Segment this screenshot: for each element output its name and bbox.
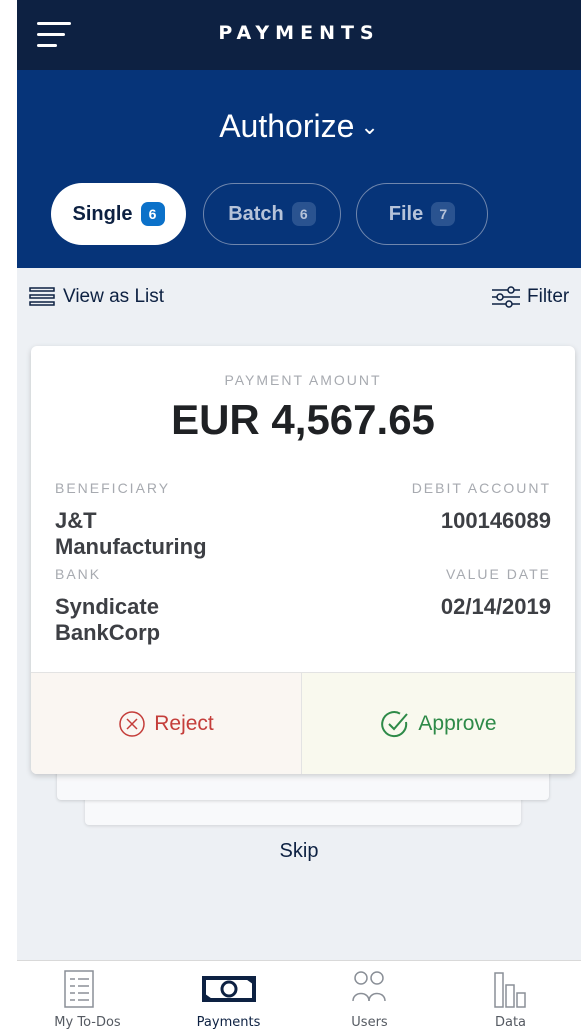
filter-label: Filter — [527, 286, 570, 307]
beneficiary-line: J&T — [55, 508, 97, 533]
reject-button[interactable]: Reject — [31, 673, 302, 774]
authorize-header: Authorize ⌄ Single 6 Batch 6 File 7 — [17, 70, 581, 268]
reject-icon — [119, 711, 145, 737]
approve-check-icon — [381, 711, 409, 738]
bottom-nav: My To-Dos Payments Users Data — [17, 960, 581, 1032]
list-icon — [29, 287, 55, 306]
debit-account-label: DEBIT ACCOUNT — [411, 480, 551, 496]
app-bar: PAYMENTS — [17, 0, 581, 70]
skip-link[interactable]: Skip — [17, 840, 581, 863]
nav-my-todos[interactable]: My To-Dos — [17, 961, 158, 1032]
nav-data[interactable]: Data — [440, 961, 581, 1032]
app-frame: PAYMENTS Authorize ⌄ Single 6 Batch 6 Fil… — [17, 0, 581, 1032]
nav-label: Data — [494, 1015, 527, 1030]
view-as-list-button[interactable]: View as List — [29, 286, 164, 308]
view-as-list-label: View as List — [63, 286, 165, 307]
count-badge: 7 — [431, 202, 456, 226]
tab-label: Single — [72, 202, 133, 225]
beneficiary-label: BENEFICIARY — [55, 480, 171, 496]
tab-label: Batch — [228, 202, 284, 225]
users-icon — [352, 971, 386, 1002]
beneficiary-line: Manufacturing — [55, 534, 207, 559]
nav-payments[interactable]: Payments — [158, 961, 299, 1032]
value-date-label: VALUE DATE — [445, 566, 551, 582]
reject-label: Reject — [154, 712, 214, 735]
checklist-icon — [64, 970, 94, 1008]
nav-label: Users — [351, 1015, 388, 1030]
bank-line: BankCorp — [55, 620, 161, 645]
tab-batch[interactable]: Batch 6 — [203, 183, 341, 245]
nav-label: Payments — [196, 1015, 261, 1030]
bar-chart-icon — [494, 972, 526, 1008]
filter-button[interactable]: Filter — [491, 286, 569, 308]
chevron-down-icon: ⌄ — [360, 114, 379, 139]
payment-amount: EUR 4,567.65 — [171, 396, 435, 443]
count-badge: 6 — [140, 202, 165, 226]
count-badge: 6 — [291, 202, 316, 226]
approve-button[interactable]: Approve — [302, 673, 575, 774]
tab-single[interactable]: Single 6 — [51, 183, 186, 245]
value-date-value: 02/14/2019 — [440, 594, 551, 619]
bank-line: Syndicate — [55, 594, 159, 619]
tab-file[interactable]: File 7 — [356, 183, 488, 245]
payment-amount-label: PAYMENT AMOUNT — [224, 372, 382, 388]
action-bar: Reject Approve — [31, 672, 575, 774]
authorize-title: Authorize — [219, 108, 355, 144]
payment-card: PAYMENT AMOUNT EUR 4,567.65 BENEFICIARY … — [31, 346, 575, 774]
bank-label: BANK — [55, 566, 102, 582]
filter-icon — [492, 286, 520, 308]
nav-label: My To-Dos — [54, 1015, 121, 1030]
beneficiary-value: J&T Manufacturing — [55, 508, 207, 560]
debit-account-value: 100146089 — [440, 508, 551, 533]
page-title: PAYMENTS — [218, 22, 380, 44]
nav-users[interactable]: Users — [299, 961, 440, 1032]
approve-label: Approve — [418, 712, 497, 735]
authorize-dropdown[interactable]: Authorize ⌄ — [17, 108, 581, 145]
tab-label: File — [388, 202, 424, 225]
money-icon — [202, 976, 256, 1002]
bank-value: Syndicate BankCorp — [55, 594, 160, 646]
